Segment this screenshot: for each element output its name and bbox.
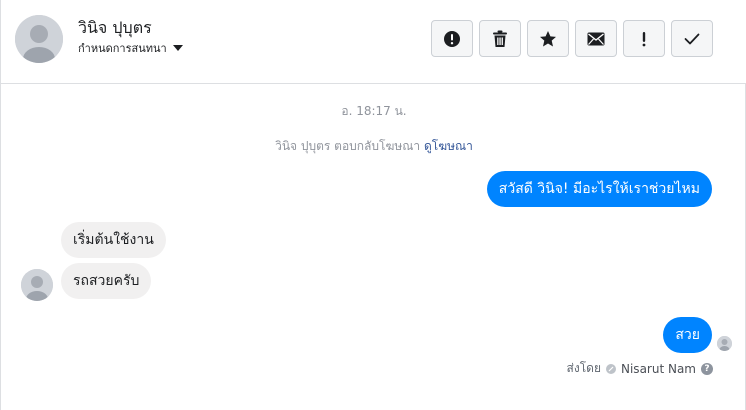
view-ad-link[interactable]: ดูโฆษณา (424, 139, 473, 153)
assign-conversation-label: กำหนดการสนทนา (78, 42, 167, 55)
mark-spam-button[interactable] (431, 20, 473, 57)
sent-by-info: ส่งโดย Nisarut Nam ? (567, 359, 713, 378)
alert-circle-icon (444, 30, 460, 47)
conversation-toolbar (431, 20, 713, 57)
star-button[interactable] (527, 20, 569, 57)
mark-done-button[interactable] (671, 20, 713, 57)
incoming-message[interactable]: เริ่มต้นใช้งาน (61, 222, 166, 258)
outgoing-message[interactable]: สวัสดี วินิจ! มีอะไรให้เราช่วยไหม (486, 171, 712, 207)
caret-down-icon (172, 45, 183, 51)
incoming-message[interactable]: รถสวยครับ (61, 263, 152, 299)
outgoing-message[interactable]: สวย (663, 317, 712, 353)
sent-by-label: ส่งโดย (566, 361, 601, 375)
conversation-header: วินิจ ปุบุตร กำหนดการสนทนา (1, 0, 746, 84)
star-icon (540, 30, 556, 46)
contact-avatar-small[interactable] (21, 269, 53, 301)
ad-reply-notice: วินิจ ปุบุตร ตอบกลับโฆษณา ดูโฆษณา (1, 137, 746, 156)
assign-conversation-dropdown[interactable]: กำหนดการสนทนา (78, 40, 183, 56)
contact-avatar[interactable] (15, 15, 63, 63)
seen-avatar (717, 336, 732, 351)
agent-status-icon (606, 363, 616, 374)
checkmark-icon (684, 33, 700, 44)
message-timestamp: อ. 18:17 น. (341, 104, 407, 118)
agent-name: Nisarut Nam (621, 361, 696, 376)
exclamation-icon (642, 31, 646, 46)
ad-reply-notice-text: วินิจ ปุบุตร ตอบกลับโฆษณา (275, 139, 421, 153)
help-icon[interactable]: ? (701, 362, 713, 375)
envelope-icon (587, 32, 605, 45)
contact-name: วินิจ ปุบุตร (78, 18, 152, 37)
follow-up-button[interactable] (623, 20, 665, 57)
delete-button[interactable] (479, 20, 521, 57)
trash-icon (493, 30, 507, 47)
conversation-panel: วินิจ ปุบุตร กำหนดการสนทนา อ. 18:17 น. ว… (0, 0, 746, 410)
mark-unread-button[interactable] (575, 20, 617, 57)
